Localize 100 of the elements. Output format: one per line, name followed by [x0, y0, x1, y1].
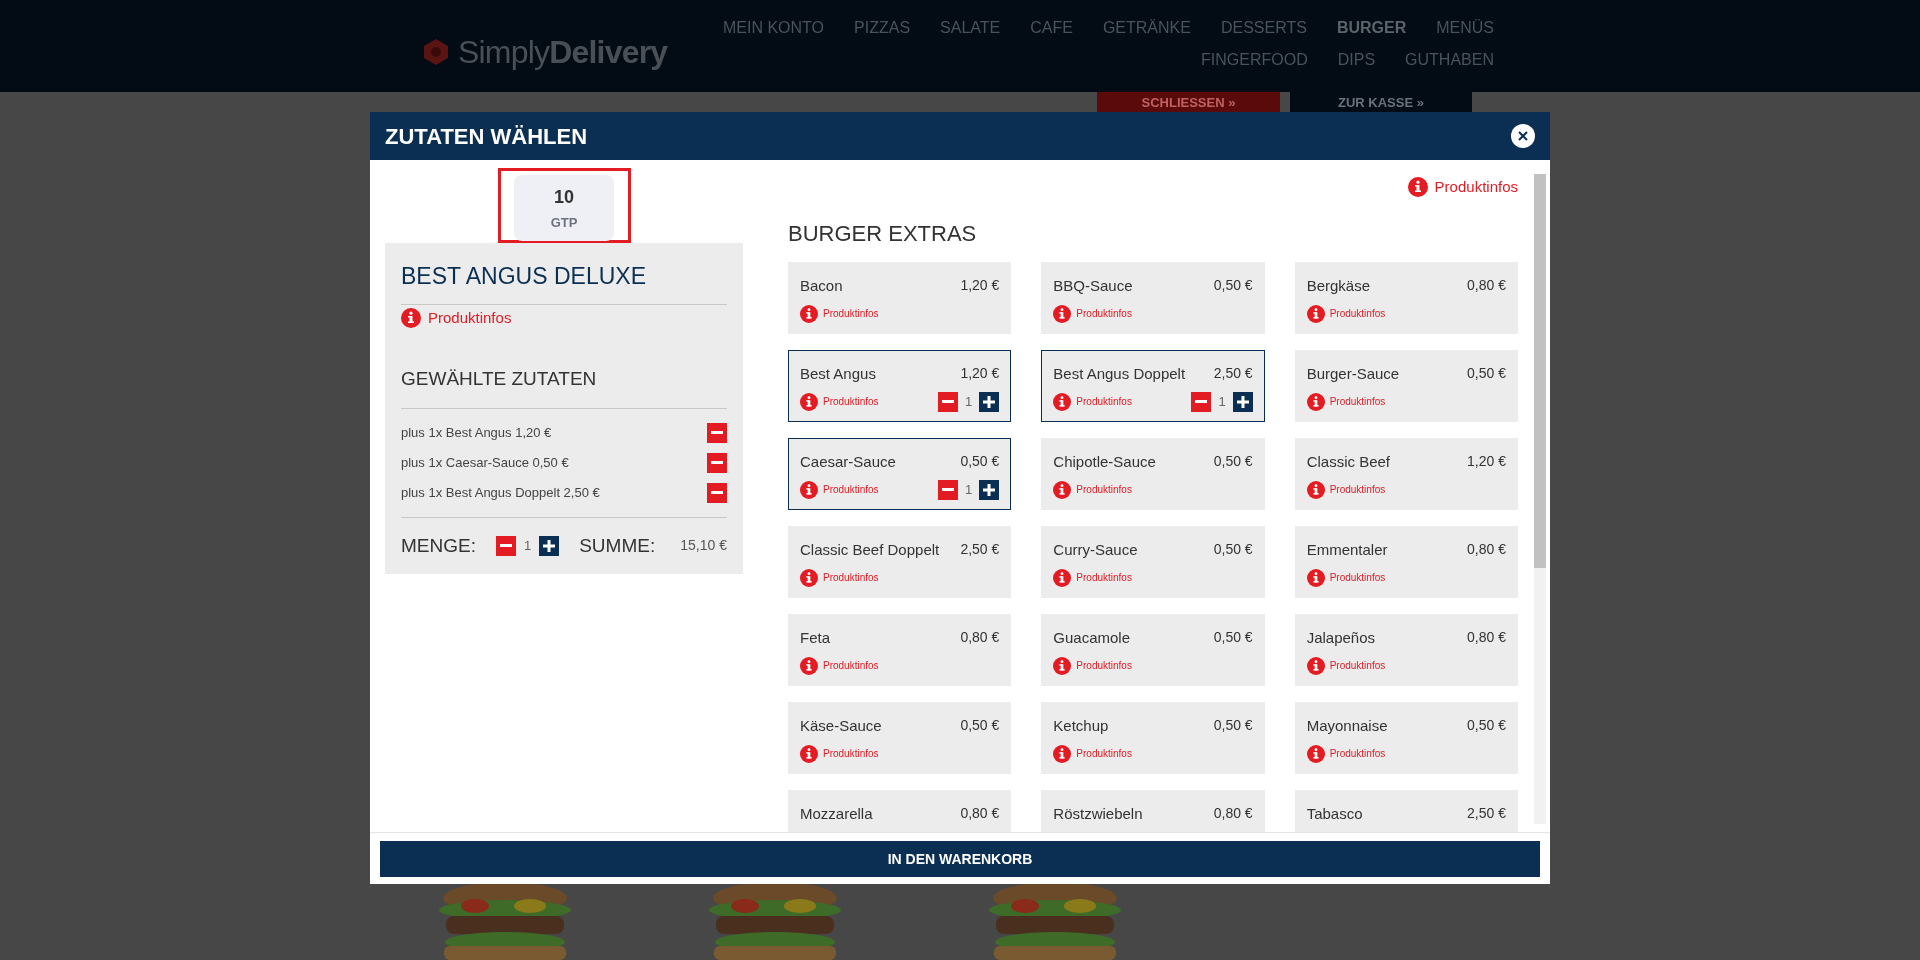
close-button[interactable]: SCHLIESSEN » [1097, 92, 1280, 114]
close-button[interactable] [1511, 124, 1535, 148]
minus-icon [942, 400, 955, 403]
decrease-button[interactable] [495, 535, 516, 556]
decrease-button[interactable] [938, 479, 959, 500]
info-icon [1053, 392, 1072, 411]
extra-card[interactable]: Emmentaler 0,80 € Produktinfos [1294, 525, 1518, 598]
extra-card[interactable]: Jalapeños 0,80 € Produktinfos [1294, 613, 1518, 686]
extra-card[interactable]: Chipotle-Sauce 0,50 € Produktinfos [1041, 437, 1265, 510]
checkout-button[interactable]: ZUR KASSE » [1290, 92, 1472, 114]
info-link[interactable]: Produktinfos [1306, 656, 1386, 675]
extra-card[interactable]: Ketchup 0,50 € Produktinfos [1041, 701, 1265, 774]
nav-link[interactable]: GETRÄNKE [1102, 16, 1191, 40]
info-link[interactable]: Produktinfos [1306, 744, 1386, 763]
scrollbar-thumb[interactable] [1534, 174, 1546, 568]
extra-price: 2,50 € [1213, 363, 1253, 383]
extra-card[interactable]: Tabasco 2,50 € [1294, 789, 1518, 832]
decrease-button[interactable] [938, 391, 959, 412]
nav-link[interactable]: BURGER [1336, 16, 1407, 40]
info-link[interactable]: Produktinfos [800, 480, 879, 499]
extra-card[interactable]: Classic Beef 1,20 € Produktinfos [1294, 437, 1518, 510]
extra-price: 0,80 € [1467, 275, 1506, 295]
extra-card[interactable]: Burger-Sauce 0,50 € Produktinfos [1294, 349, 1518, 422]
extra-name: BBQ-Sauce [1053, 275, 1133, 296]
info-link[interactable]: Produktinfos [800, 304, 879, 323]
extra-name: Classic Beef Doppelt [800, 539, 940, 560]
info-link[interactable]: Produktinfos [1407, 176, 1518, 199]
extra-card[interactable]: Guacamole 0,50 € Produktinfos [1041, 613, 1265, 686]
extra-name: Guacamole [1053, 627, 1131, 648]
plus-icon [983, 395, 996, 408]
nav-link[interactable]: MEIN KONTO [723, 16, 825, 40]
extra-card[interactable]: Röstzwiebeln 0,80 € [1041, 789, 1265, 832]
extra-card[interactable]: Käse-Sauce 0,50 € Produktinfos [788, 701, 1012, 774]
extra-name: Mozzarella [800, 803, 873, 824]
extra-price: 0,80 € [1213, 803, 1253, 823]
info-link[interactable]: Produktinfos [1053, 656, 1132, 675]
info-icon [401, 307, 421, 328]
decrease-button[interactable] [1191, 391, 1212, 412]
extra-card[interactable]: Bacon 1,20 € Produktinfos [788, 261, 1012, 334]
extra-card[interactable]: Classic Beef Doppelt 2,50 € Produktinfos [788, 525, 1012, 598]
extra-card[interactable]: Curry-Sauce 0,50 € Produktinfos [1041, 525, 1265, 598]
extra-card[interactable]: Bergkäse 0,80 € Produktinfos [1294, 261, 1518, 334]
section-heading: GEWÄHLTE ZUTATEN [401, 365, 727, 409]
badge-unit: GTP [550, 213, 578, 232]
info-link[interactable]: Produktinfos [1053, 480, 1132, 499]
nav-link[interactable]: FINGERFOOD [1201, 48, 1308, 72]
increase-button[interactable] [539, 535, 560, 556]
remove-button[interactable] [707, 482, 727, 503]
plus-icon [543, 539, 556, 552]
extra-price: 0,80 € [1467, 627, 1506, 647]
info-link[interactable]: Produktinfos [1306, 392, 1386, 411]
extra-price: 0,50 € [1467, 715, 1506, 735]
info-link[interactable]: Produktinfos [800, 568, 879, 587]
extra-card[interactable]: Mozzarella 0,80 € [788, 789, 1012, 832]
increase-button[interactable] [979, 391, 1000, 412]
nav-link[interactable]: DIPS [1337, 48, 1376, 72]
extra-name: Burger-Sauce [1306, 363, 1400, 384]
close-icon [1518, 131, 1528, 141]
info-link[interactable]: Produktinfos [1053, 744, 1132, 763]
extra-price: 0,80 € [1467, 539, 1506, 559]
section-heading: BURGER EXTRAS [788, 219, 978, 248]
sum-label: SUMME: [579, 533, 656, 558]
info-link[interactable]: Produktinfos [1306, 304, 1386, 323]
increase-button[interactable] [979, 479, 1000, 500]
info-link[interactable]: Produktinfos [1306, 568, 1386, 587]
nav-link[interactable]: GUTHABEN [1405, 48, 1494, 72]
info-link[interactable]: Produktinfos [800, 744, 879, 763]
nav-link[interactable]: CAFE [1030, 16, 1073, 40]
info-link[interactable]: Produktinfos [800, 656, 879, 675]
info-link[interactable]: Produktinfos [1306, 480, 1386, 499]
info-icon [1053, 744, 1072, 763]
remove-button[interactable] [707, 422, 727, 443]
extra-card[interactable]: Best Angus 1,20 € Produktinfos 1 [788, 349, 1012, 422]
info-link[interactable]: Produktinfos [1053, 392, 1132, 411]
info-link[interactable]: Produktinfos [1053, 304, 1132, 323]
info-link[interactable]: Produktinfos [1053, 568, 1132, 587]
info-link[interactable]: Produktinfos [800, 392, 879, 411]
extra-price: 1,20 € [960, 275, 1000, 295]
extra-name: Best Angus [800, 363, 876, 384]
extra-card[interactable]: BBQ-Sauce 0,50 € Produktinfos [1041, 261, 1265, 334]
nav-link[interactable]: PIZZAS [854, 16, 911, 40]
logo-text[interactable]: SimplyDelivery [458, 28, 668, 76]
minus-icon [711, 491, 723, 494]
selected-ingredient: plus 1x Caesar-Sauce 0,50 € [401, 453, 569, 472]
info-link[interactable]: Produktinfos [401, 306, 512, 329]
extra-price: 0,50 € [960, 715, 1000, 735]
remove-button[interactable] [707, 452, 727, 473]
extra-card[interactable]: Best Angus Doppelt 2,50 € Produktinfos 1 [1041, 349, 1265, 422]
extra-card[interactable]: Feta 0,80 € Produktinfos [788, 613, 1012, 686]
nav-link[interactable]: MENÜS [1436, 16, 1494, 40]
selected-ingredient: plus 1x Best Angus Doppelt 2,50 € [401, 483, 600, 502]
quantity-value: 1 [523, 537, 532, 555]
nav-link[interactable]: SALATE [940, 16, 1001, 40]
increase-button[interactable] [1232, 391, 1253, 412]
add-to-cart-button[interactable]: IN DEN WARENKORB [380, 841, 1540, 877]
extra-card[interactable]: Mayonnaise 0,50 € Produktinfos [1294, 701, 1518, 774]
nav-link[interactable]: DESSERTS [1220, 16, 1307, 40]
extra-card[interactable]: Caesar-Sauce 0,50 € Produktinfos 1 [788, 437, 1012, 510]
logo-icon [422, 38, 450, 66]
extra-price: 0,50 € [1213, 627, 1253, 647]
